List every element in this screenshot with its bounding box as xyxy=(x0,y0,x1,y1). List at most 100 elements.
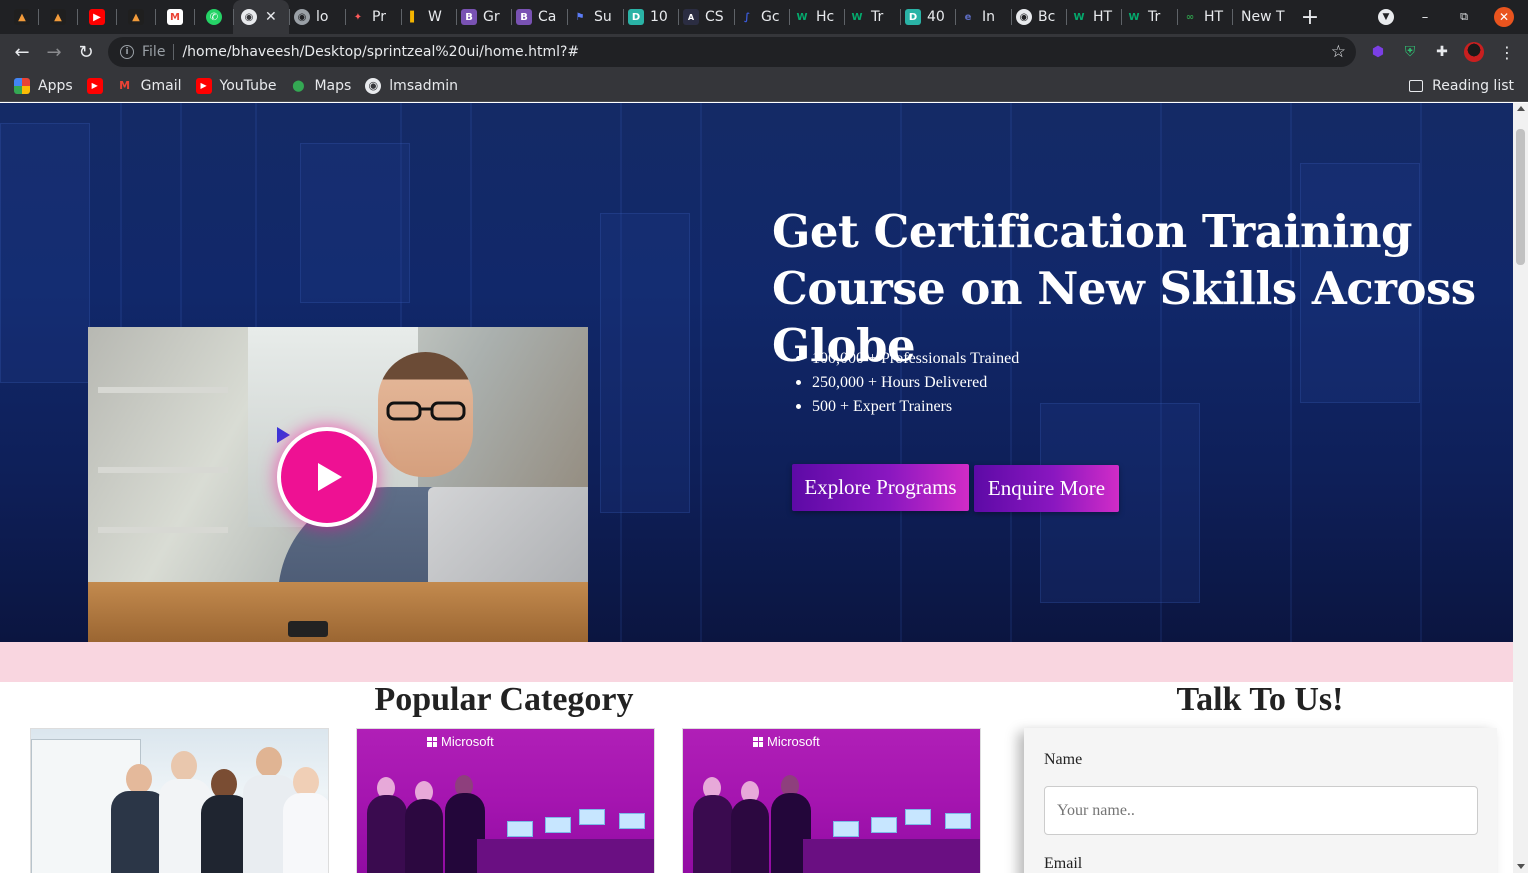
extensions-puzzle-icon[interactable]: ✚ xyxy=(1431,41,1453,63)
tab[interactable]: ⚑ Su xyxy=(567,0,623,34)
back-arrow-icon[interactable]: ← xyxy=(8,38,36,66)
tab[interactable]: W Tr xyxy=(1121,0,1177,34)
tab-active[interactable]: ◉ ✕ xyxy=(233,0,289,34)
category-card[interactable] xyxy=(30,728,329,873)
reading-list-icon xyxy=(1409,80,1424,92)
restore-icon[interactable]: ⧉ xyxy=(1453,0,1475,34)
tab-search-icon[interactable]: ▼ xyxy=(1376,0,1396,34)
tab[interactable]: ∞ HT xyxy=(1177,0,1232,34)
hero-bg-pattern xyxy=(0,123,90,383)
card-person xyxy=(367,795,407,873)
tab[interactable]: W HT xyxy=(1066,0,1121,34)
address-bar[interactable]: i File /home/bhaveesh/Desktop/sprintzeal… xyxy=(108,37,1356,67)
mini-play-icon xyxy=(277,427,290,443)
tab[interactable]: ∫ Gc xyxy=(734,0,789,34)
play-video-button[interactable] xyxy=(277,427,377,527)
tab[interactable]: ✦ Pr xyxy=(345,0,401,34)
tab[interactable]: W Hc xyxy=(789,0,844,34)
tab[interactable]: A CS xyxy=(678,0,734,34)
card-person xyxy=(283,793,328,873)
tab[interactable]: ▲ xyxy=(116,0,155,34)
microsoft-grid-icon xyxy=(753,736,763,747)
url-scheme: File xyxy=(142,44,166,60)
card-laptop-screen xyxy=(619,813,645,829)
bookmark-youtube-icon-only[interactable]: ▶ xyxy=(86,77,111,94)
stat-item: 500 + Expert Trainers xyxy=(795,395,1019,419)
tab[interactable]: D 40 xyxy=(900,0,955,34)
scroll-down-arrow-icon[interactable] xyxy=(1517,864,1525,869)
youtube-icon: ▶ xyxy=(89,9,105,25)
card-laptop-screen xyxy=(905,809,931,825)
card-laptop-screen xyxy=(545,817,571,833)
tab[interactable]: ✆ xyxy=(194,0,233,34)
forward-arrow-icon[interactable]: → xyxy=(40,38,68,66)
close-window-icon[interactable]: ✕ xyxy=(1493,0,1515,34)
tab[interactable]: New T xyxy=(1232,0,1288,34)
tab[interactable]: ▲ xyxy=(0,0,38,34)
page-viewport: Get Certification Training Course on New… xyxy=(0,103,1513,873)
close-tab-icon[interactable]: ✕ xyxy=(265,9,277,25)
bookmark-apps[interactable]: Apps xyxy=(14,77,73,94)
page-scrollbar[interactable] xyxy=(1513,103,1528,873)
tab[interactable]: M xyxy=(155,0,194,34)
gmail-icon: M xyxy=(119,79,131,92)
bookmark-youtube[interactable]: ▶ YouTube xyxy=(195,77,276,94)
menu-kebab-icon[interactable]: ⋮ xyxy=(1496,41,1518,63)
bookmarks-bar: Apps ▶ M Gmail ▶ YouTube ⬤ Maps ◉ lmsadmin R… xyxy=(0,70,1528,102)
card-person xyxy=(171,751,197,781)
tab[interactable]: B Ca xyxy=(511,0,567,34)
tab[interactable]: D 10 xyxy=(623,0,678,34)
name-input[interactable] xyxy=(1044,786,1478,835)
graduation-cap-icon: ▲ xyxy=(50,9,66,25)
extension-hexagon-icon[interactable]: ⬢ xyxy=(1367,41,1389,63)
thumbnail-phone xyxy=(288,621,328,637)
tab[interactable]: ◉ lo xyxy=(289,0,345,34)
tab[interactable]: B Gr xyxy=(456,0,511,34)
graduation-cap-icon: ▲ xyxy=(14,9,30,25)
minimize-icon[interactable]: – xyxy=(1414,0,1436,34)
explore-programs-button[interactable]: Explore Programs xyxy=(792,464,969,511)
thumbnail-shelf xyxy=(98,467,228,473)
microsoft-logo: Microsoft xyxy=(427,734,494,749)
tab[interactable]: e In xyxy=(955,0,1011,34)
d-icon: D xyxy=(905,9,921,25)
hero-section: Get Certification Training Course on New… xyxy=(0,103,1513,642)
card-laptop-screen xyxy=(507,821,533,837)
thumbnail-desk xyxy=(88,582,588,642)
reading-list-button[interactable]: Reading list xyxy=(1409,70,1514,102)
pen-icon: ✦ xyxy=(353,11,363,23)
tab[interactable]: ◉ Bc xyxy=(1011,0,1066,34)
category-card[interactable]: Microsoft xyxy=(356,728,655,873)
url-text[interactable]: /home/bhaveesh/Desktop/sprintzeal%20ui/h… xyxy=(182,44,579,60)
youtube-icon: ▶ xyxy=(86,77,103,94)
profile-avatar[interactable] xyxy=(1463,41,1485,63)
w-icon: W xyxy=(1073,11,1085,23)
flag-icon: ⚑ xyxy=(575,11,585,23)
tab[interactable]: ▲ xyxy=(38,0,77,34)
scroll-up-arrow-icon[interactable] xyxy=(1517,106,1525,111)
graduation-cap-icon: ▲ xyxy=(128,9,144,25)
info-icon[interactable]: i xyxy=(120,45,134,59)
bookmark-maps[interactable]: ⬤ Maps xyxy=(290,78,351,94)
bookmark-lmsadmin[interactable]: ◉ lmsadmin xyxy=(365,77,458,94)
bookmark-star-icon[interactable]: ☆ xyxy=(1331,42,1346,62)
bootstrap-icon: B xyxy=(516,9,532,25)
new-tab-button[interactable]: + xyxy=(1294,3,1326,31)
scrollbar-thumb[interactable] xyxy=(1516,129,1525,265)
bar-icon: ▌ xyxy=(410,11,418,23)
tab[interactable]: ▶ xyxy=(77,0,116,34)
enquire-more-button[interactable]: Enquire More xyxy=(974,465,1119,512)
extension-shield-icon[interactable]: ⛨ xyxy=(1399,41,1421,63)
thumbnail-glasses xyxy=(386,401,466,421)
globe-icon: ◉ xyxy=(1016,9,1032,25)
d-icon: D xyxy=(628,9,644,25)
w-icon: W xyxy=(796,11,808,23)
tab[interactable]: W Tr xyxy=(844,0,900,34)
bookmark-gmail[interactable]: M Gmail xyxy=(117,78,181,94)
tab[interactable]: ▌ W xyxy=(401,0,456,34)
script-icon: ∫ xyxy=(743,11,751,23)
globe-icon: ◉ xyxy=(241,9,257,25)
reload-icon[interactable]: ↻ xyxy=(72,38,100,66)
category-card[interactable]: Microsoft xyxy=(682,728,981,873)
globe-icon: ◉ xyxy=(294,9,310,25)
